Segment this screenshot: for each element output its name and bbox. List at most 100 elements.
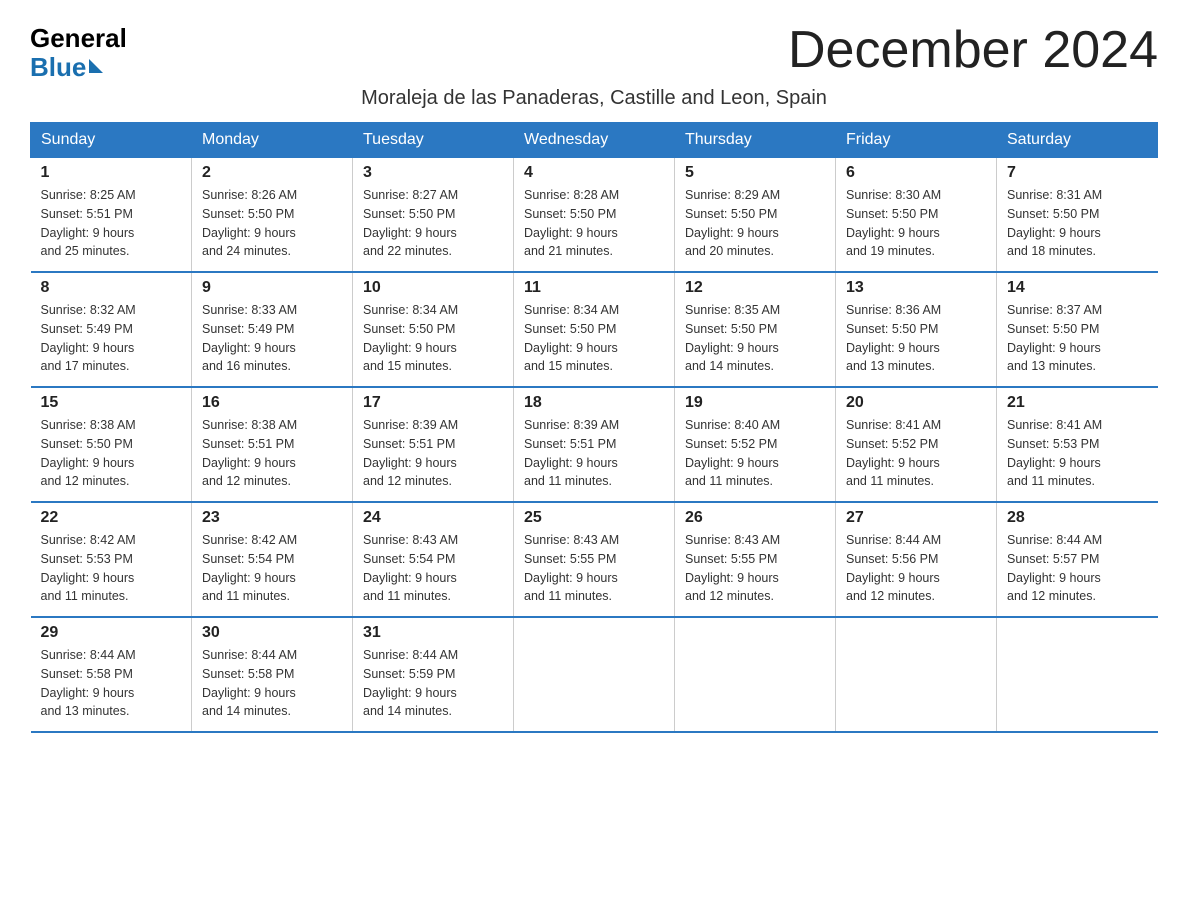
calendar-cell: 6 Sunrise: 8:30 AM Sunset: 5:50 PM Dayli… — [836, 158, 997, 273]
day-number: 31 — [363, 624, 503, 642]
day-number: 1 — [41, 164, 182, 182]
day-number: 2 — [202, 164, 342, 182]
day-info: Sunrise: 8:35 AM Sunset: 5:50 PM Dayligh… — [685, 301, 825, 376]
location-subtitle: Moraleja de las Panaderas, Castille and … — [30, 87, 1158, 110]
calendar-cell: 27 Sunrise: 8:44 AM Sunset: 5:56 PM Dayl… — [836, 502, 997, 617]
calendar-cell: 12 Sunrise: 8:35 AM Sunset: 5:50 PM Dayl… — [675, 272, 836, 387]
day-number: 6 — [846, 164, 986, 182]
day-info: Sunrise: 8:41 AM Sunset: 5:53 PM Dayligh… — [1007, 416, 1148, 491]
calendar-week-row: 15 Sunrise: 8:38 AM Sunset: 5:50 PM Dayl… — [31, 387, 1158, 502]
day-info: Sunrise: 8:43 AM Sunset: 5:55 PM Dayligh… — [685, 531, 825, 606]
calendar-cell: 8 Sunrise: 8:32 AM Sunset: 5:49 PM Dayli… — [31, 272, 192, 387]
calendar-cell: 23 Sunrise: 8:42 AM Sunset: 5:54 PM Dayl… — [192, 502, 353, 617]
calendar-cell — [675, 617, 836, 732]
header-friday: Friday — [836, 123, 997, 158]
calendar-week-row: 29 Sunrise: 8:44 AM Sunset: 5:58 PM Dayl… — [31, 617, 1158, 732]
day-info: Sunrise: 8:32 AM Sunset: 5:49 PM Dayligh… — [41, 301, 182, 376]
day-info: Sunrise: 8:44 AM Sunset: 5:58 PM Dayligh… — [202, 646, 342, 721]
calendar-cell: 29 Sunrise: 8:44 AM Sunset: 5:58 PM Dayl… — [31, 617, 192, 732]
day-number: 25 — [524, 509, 664, 527]
calendar-cell: 18 Sunrise: 8:39 AM Sunset: 5:51 PM Dayl… — [514, 387, 675, 502]
header-sunday: Sunday — [31, 123, 192, 158]
day-info: Sunrise: 8:29 AM Sunset: 5:50 PM Dayligh… — [685, 186, 825, 261]
day-number: 23 — [202, 509, 342, 527]
day-info: Sunrise: 8:38 AM Sunset: 5:50 PM Dayligh… — [41, 416, 182, 491]
calendar-cell: 25 Sunrise: 8:43 AM Sunset: 5:55 PM Dayl… — [514, 502, 675, 617]
day-info: Sunrise: 8:44 AM Sunset: 5:57 PM Dayligh… — [1007, 531, 1148, 606]
header-monday: Monday — [192, 123, 353, 158]
calendar-cell: 2 Sunrise: 8:26 AM Sunset: 5:50 PM Dayli… — [192, 158, 353, 273]
calendar-cell — [514, 617, 675, 732]
calendar-cell: 4 Sunrise: 8:28 AM Sunset: 5:50 PM Dayli… — [514, 158, 675, 273]
day-info: Sunrise: 8:38 AM Sunset: 5:51 PM Dayligh… — [202, 416, 342, 491]
day-number: 14 — [1007, 279, 1148, 297]
calendar-cell: 21 Sunrise: 8:41 AM Sunset: 5:53 PM Dayl… — [997, 387, 1158, 502]
day-number: 13 — [846, 279, 986, 297]
day-info: Sunrise: 8:33 AM Sunset: 5:49 PM Dayligh… — [202, 301, 342, 376]
calendar-cell: 3 Sunrise: 8:27 AM Sunset: 5:50 PM Dayli… — [353, 158, 514, 273]
calendar-cell: 5 Sunrise: 8:29 AM Sunset: 5:50 PM Dayli… — [675, 158, 836, 273]
calendar-cell: 14 Sunrise: 8:37 AM Sunset: 5:50 PM Dayl… — [997, 272, 1158, 387]
header-wednesday: Wednesday — [514, 123, 675, 158]
day-number: 9 — [202, 279, 342, 297]
day-number: 8 — [41, 279, 182, 297]
day-info: Sunrise: 8:42 AM Sunset: 5:53 PM Dayligh… — [41, 531, 182, 606]
day-number: 29 — [41, 624, 182, 642]
day-info: Sunrise: 8:28 AM Sunset: 5:50 PM Dayligh… — [524, 186, 664, 261]
header: General Blue December 2024 — [30, 20, 1158, 81]
header-saturday: Saturday — [997, 123, 1158, 158]
calendar-cell: 22 Sunrise: 8:42 AM Sunset: 5:53 PM Dayl… — [31, 502, 192, 617]
logo-blue-text: Blue — [30, 53, 103, 82]
calendar-cell: 16 Sunrise: 8:38 AM Sunset: 5:51 PM Dayl… — [192, 387, 353, 502]
day-number: 18 — [524, 394, 664, 412]
calendar-cell: 1 Sunrise: 8:25 AM Sunset: 5:51 PM Dayli… — [31, 158, 192, 273]
calendar-cell: 30 Sunrise: 8:44 AM Sunset: 5:58 PM Dayl… — [192, 617, 353, 732]
day-number: 26 — [685, 509, 825, 527]
calendar-table: SundayMondayTuesdayWednesdayThursdayFrid… — [30, 122, 1158, 733]
day-info: Sunrise: 8:44 AM Sunset: 5:56 PM Dayligh… — [846, 531, 986, 606]
calendar-cell: 15 Sunrise: 8:38 AM Sunset: 5:50 PM Dayl… — [31, 387, 192, 502]
day-number: 10 — [363, 279, 503, 297]
calendar-cell: 17 Sunrise: 8:39 AM Sunset: 5:51 PM Dayl… — [353, 387, 514, 502]
day-number: 21 — [1007, 394, 1148, 412]
day-info: Sunrise: 8:30 AM Sunset: 5:50 PM Dayligh… — [846, 186, 986, 261]
day-info: Sunrise: 8:41 AM Sunset: 5:52 PM Dayligh… — [846, 416, 986, 491]
day-number: 27 — [846, 509, 986, 527]
calendar-cell: 9 Sunrise: 8:33 AM Sunset: 5:49 PM Dayli… — [192, 272, 353, 387]
day-info: Sunrise: 8:40 AM Sunset: 5:52 PM Dayligh… — [685, 416, 825, 491]
day-number: 20 — [846, 394, 986, 412]
day-number: 16 — [202, 394, 342, 412]
calendar-cell: 31 Sunrise: 8:44 AM Sunset: 5:59 PM Dayl… — [353, 617, 514, 732]
day-info: Sunrise: 8:36 AM Sunset: 5:50 PM Dayligh… — [846, 301, 986, 376]
day-info: Sunrise: 8:44 AM Sunset: 5:58 PM Dayligh… — [41, 646, 182, 721]
header-thursday: Thursday — [675, 123, 836, 158]
day-info: Sunrise: 8:34 AM Sunset: 5:50 PM Dayligh… — [524, 301, 664, 376]
calendar-cell — [997, 617, 1158, 732]
day-number: 12 — [685, 279, 825, 297]
header-tuesday: Tuesday — [353, 123, 514, 158]
day-info: Sunrise: 8:39 AM Sunset: 5:51 PM Dayligh… — [363, 416, 503, 491]
calendar-cell: 11 Sunrise: 8:34 AM Sunset: 5:50 PM Dayl… — [514, 272, 675, 387]
day-info: Sunrise: 8:31 AM Sunset: 5:50 PM Dayligh… — [1007, 186, 1148, 261]
month-title: December 2024 — [788, 20, 1158, 80]
day-info: Sunrise: 8:43 AM Sunset: 5:55 PM Dayligh… — [524, 531, 664, 606]
calendar-week-row: 22 Sunrise: 8:42 AM Sunset: 5:53 PM Dayl… — [31, 502, 1158, 617]
day-number: 5 — [685, 164, 825, 182]
day-number: 7 — [1007, 164, 1148, 182]
day-number: 4 — [524, 164, 664, 182]
day-info: Sunrise: 8:34 AM Sunset: 5:50 PM Dayligh… — [363, 301, 503, 376]
day-info: Sunrise: 8:26 AM Sunset: 5:50 PM Dayligh… — [202, 186, 342, 261]
calendar-cell: 13 Sunrise: 8:36 AM Sunset: 5:50 PM Dayl… — [836, 272, 997, 387]
day-number: 30 — [202, 624, 342, 642]
calendar-week-row: 1 Sunrise: 8:25 AM Sunset: 5:51 PM Dayli… — [31, 158, 1158, 273]
day-number: 28 — [1007, 509, 1148, 527]
calendar-cell — [836, 617, 997, 732]
day-number: 15 — [41, 394, 182, 412]
calendar-header-row: SundayMondayTuesdayWednesdayThursdayFrid… — [31, 123, 1158, 158]
day-info: Sunrise: 8:37 AM Sunset: 5:50 PM Dayligh… — [1007, 301, 1148, 376]
day-info: Sunrise: 8:25 AM Sunset: 5:51 PM Dayligh… — [41, 186, 182, 261]
day-number: 24 — [363, 509, 503, 527]
day-info: Sunrise: 8:39 AM Sunset: 5:51 PM Dayligh… — [524, 416, 664, 491]
day-info: Sunrise: 8:42 AM Sunset: 5:54 PM Dayligh… — [202, 531, 342, 606]
day-number: 19 — [685, 394, 825, 412]
